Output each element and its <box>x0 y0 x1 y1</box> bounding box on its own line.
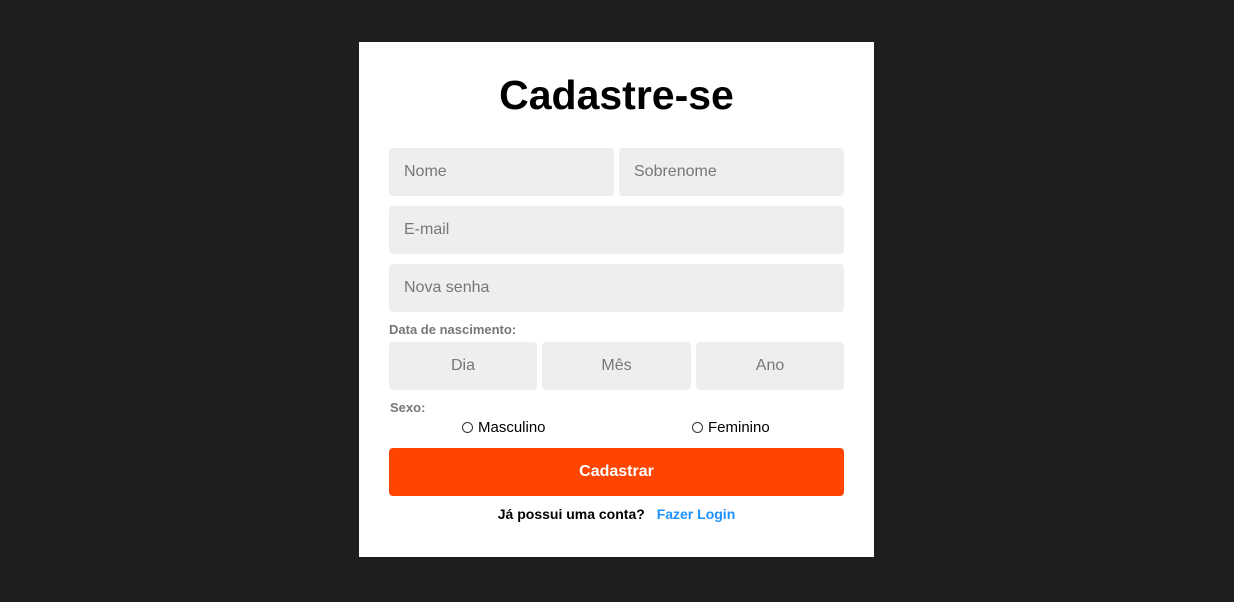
password-input[interactable] <box>389 264 844 312</box>
month-field[interactable] <box>542 342 691 390</box>
email-field[interactable] <box>389 206 844 254</box>
first-name-field[interactable] <box>389 148 614 196</box>
year-input[interactable] <box>696 342 844 390</box>
radio-circle-icon[interactable] <box>462 422 473 433</box>
login-question: Já possui uma conta? <box>497 506 645 522</box>
day-field[interactable] <box>389 342 537 390</box>
day-input[interactable] <box>389 342 537 390</box>
login-link[interactable]: Fazer Login <box>657 506 736 522</box>
radio-feminino[interactable]: Feminino <box>692 419 770 436</box>
radio-masculino[interactable]: Masculino <box>462 419 546 436</box>
radio-masculino-label: Masculino <box>478 419 546 436</box>
last-name-field[interactable] <box>619 148 844 196</box>
year-field[interactable] <box>696 342 844 390</box>
password-field[interactable] <box>389 264 844 312</box>
last-name-input[interactable] <box>619 148 844 196</box>
sex-label: Sexo: <box>390 400 426 415</box>
login-prompt: Já possui uma conta? Fazer Login <box>359 506 874 522</box>
radio-circle-icon[interactable] <box>692 422 703 433</box>
birthdate-label: Data de nascimento: <box>389 322 517 337</box>
page-title: Cadastre-se <box>499 72 734 118</box>
email-input[interactable] <box>389 206 844 254</box>
submit-button[interactable]: Cadastrar <box>389 448 844 496</box>
radio-feminino-label: Feminino <box>708 419 770 436</box>
month-input[interactable] <box>542 342 691 390</box>
first-name-input[interactable] <box>389 148 614 196</box>
